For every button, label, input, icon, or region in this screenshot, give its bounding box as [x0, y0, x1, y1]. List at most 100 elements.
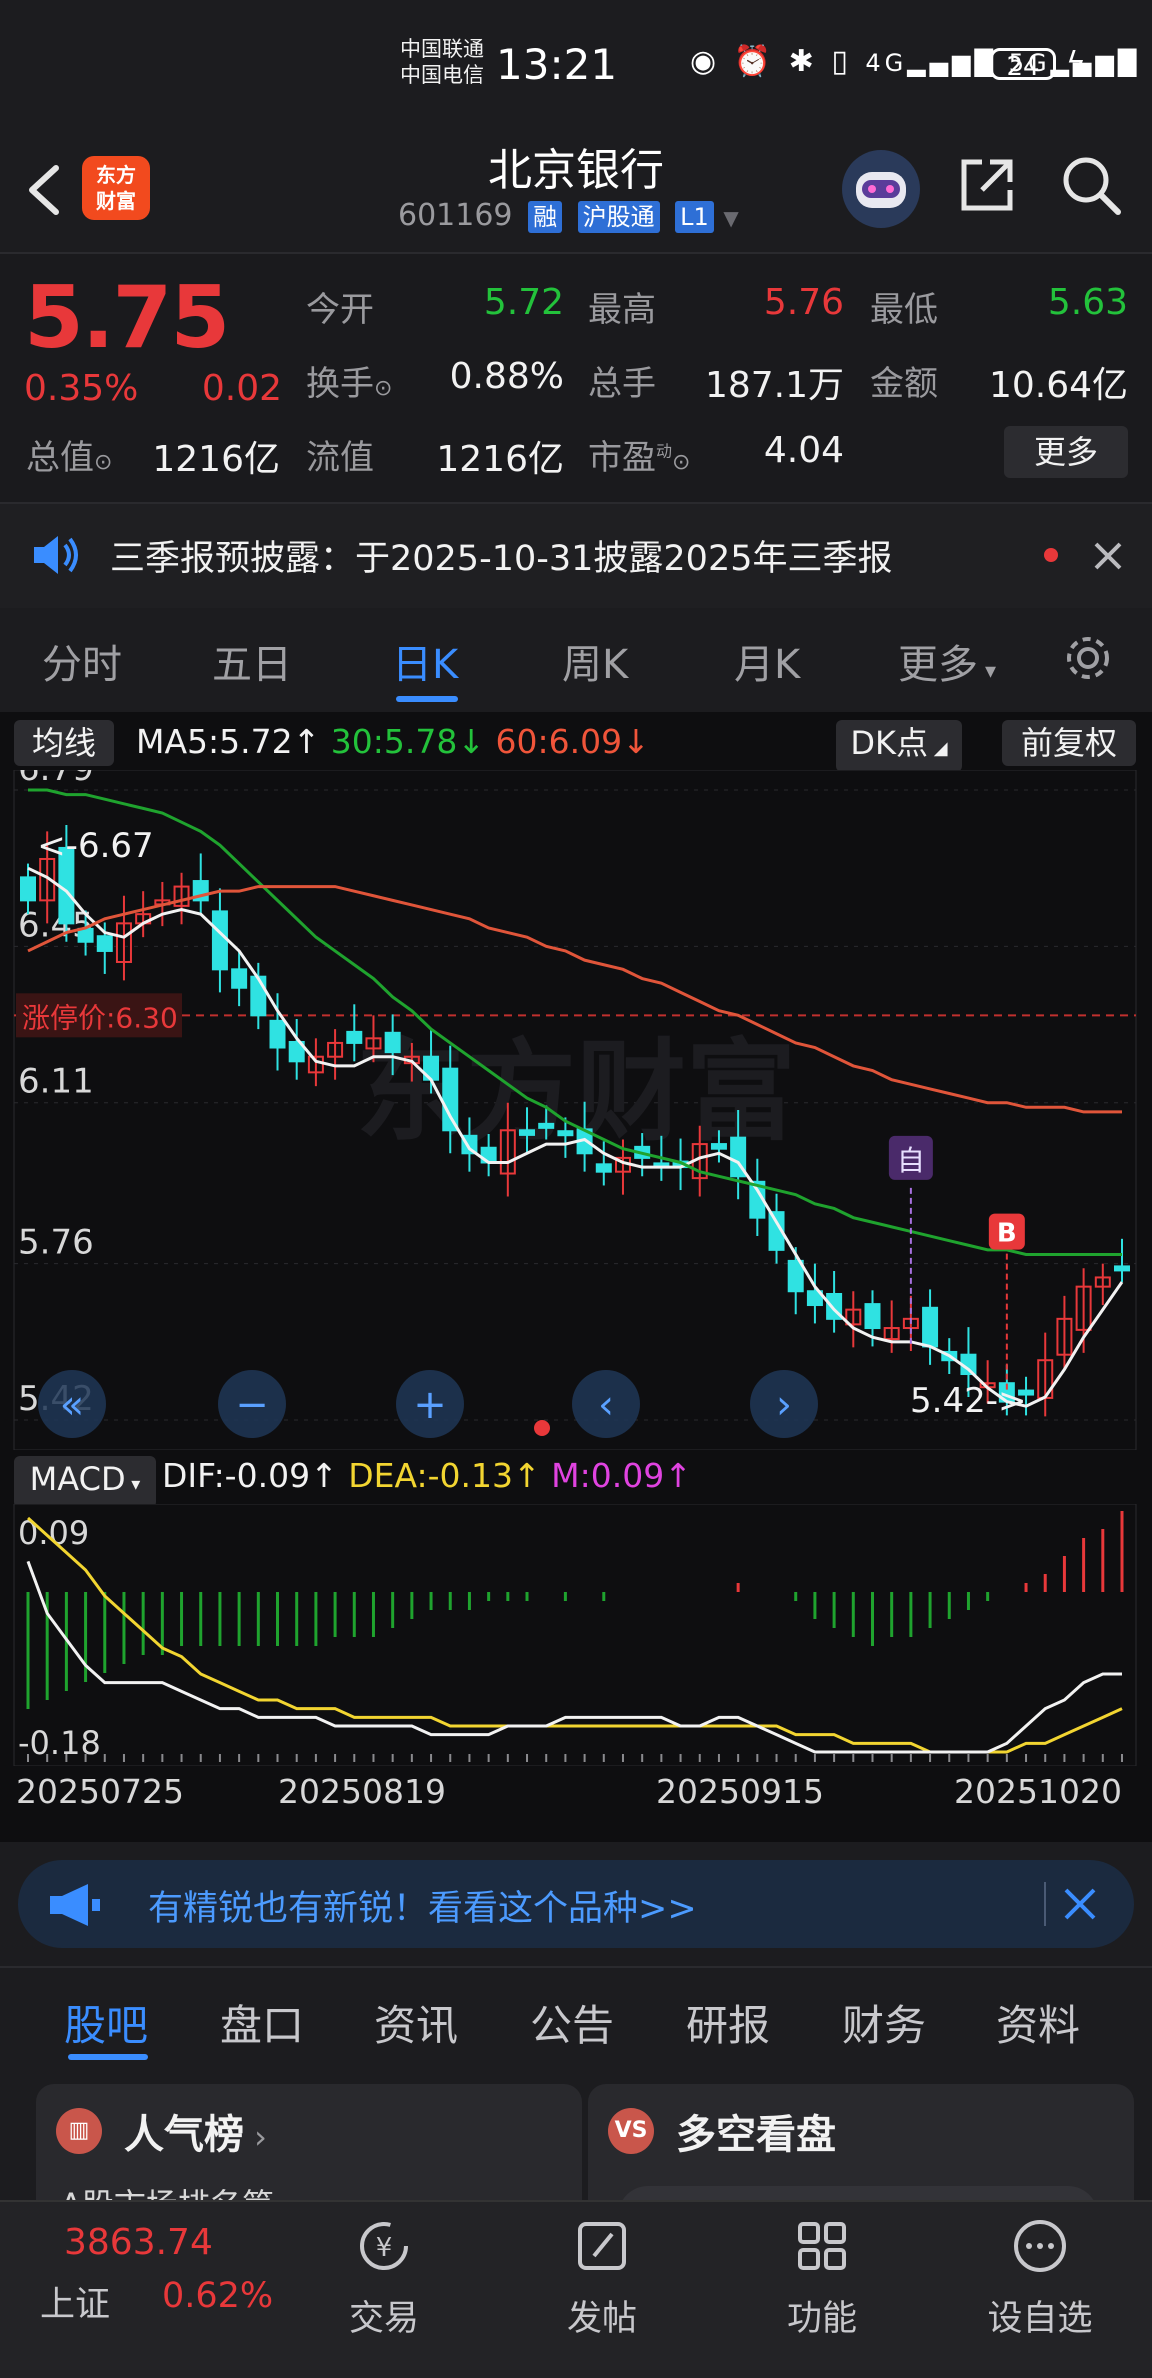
more-dots-icon — [1010, 2216, 1070, 2276]
label-turnover[interactable]: 换手⊙ — [306, 356, 392, 405]
zoom-out-icon: − — [235, 1382, 269, 1428]
scroll-right-button[interactable]: › — [750, 1370, 818, 1438]
megaphone-icon — [44, 1882, 102, 1928]
more-quote-button[interactable]: 更多 — [1004, 426, 1128, 478]
candle-body — [231, 968, 248, 989]
label-low: 最低 — [870, 290, 938, 330]
value-open: 5.72 — [483, 282, 564, 323]
tab-monthly-k[interactable]: 月K — [734, 632, 800, 690]
label-total-cap[interactable]: 总值⊙ — [26, 430, 112, 479]
tab-financials[interactable]: 财务 — [842, 1992, 926, 2053]
tab-more[interactable]: 更多 ▾ — [898, 632, 996, 690]
tab-profile[interactable]: 资料 — [996, 1992, 1080, 2053]
candle-body — [269, 1019, 286, 1049]
notice-close-button[interactable] — [1088, 536, 1128, 576]
nav-functions[interactable]: 功能 — [742, 2290, 902, 2341]
last-price: 5.75 — [24, 268, 230, 368]
notice-text: 三季报预披露：于2025-10-31披露2025年三季报 — [110, 539, 893, 579]
buy-marker: B — [997, 1219, 1017, 1249]
tag-level: L1 — [675, 201, 714, 233]
vs-icon: VS — [608, 2108, 654, 2154]
label-pe[interactable]: 市盈动⊙ — [588, 430, 690, 479]
stock-code-row[interactable]: 601169 融 沪股通 L1 ▼ — [398, 198, 739, 233]
value-turnover: 0.88% — [449, 356, 564, 397]
zoom-out-button[interactable]: − — [218, 1370, 286, 1438]
tab-announcements[interactable]: 公告 — [530, 1992, 614, 2053]
gear-icon — [1067, 637, 1109, 679]
nav-trade[interactable]: 交易 — [304, 2290, 464, 2341]
label-float-cap: 流值 — [306, 438, 374, 478]
watermark: 东方财富 — [356, 1028, 796, 1156]
scroll-left-fast-icon: « — [60, 1382, 84, 1428]
indicator-selector[interactable]: 均线 — [14, 720, 114, 766]
adjust-button[interactable]: 前复权 — [1002, 720, 1136, 766]
ma30-value: 30:5.78↓ — [330, 722, 486, 761]
app-logo[interactable]: 东方 财富 — [82, 156, 150, 220]
ma60-value: 60:6.09↓ — [495, 722, 650, 761]
tab-news[interactable]: 资讯 — [374, 1992, 458, 2053]
zoom-in-button[interactable]: + — [396, 1370, 464, 1438]
status-time: 13:21 — [496, 40, 618, 89]
label-high: 最高 — [588, 290, 656, 330]
price-chart[interactable]: 6.796.456.115.765.42东方财富涨停价:6.30<-6.675.… — [0, 770, 1152, 1450]
chart-settings-button[interactable] — [1062, 632, 1114, 684]
tab-research[interactable]: 研报 — [686, 1992, 770, 2053]
scroll-left-button[interactable]: ‹ — [572, 1370, 640, 1438]
candle-body — [1114, 1265, 1130, 1272]
nav-post[interactable]: 发帖 — [522, 2290, 682, 2341]
tab-forum[interactable]: 股吧 — [64, 1992, 148, 2053]
m-value: M:0.09↑ — [551, 1456, 692, 1495]
candle-body — [346, 1030, 363, 1044]
robot-assistant-button[interactable] — [842, 150, 920, 228]
tag-connect: 沪股通 — [577, 201, 660, 233]
scroll-left-icon: ‹ — [598, 1382, 614, 1428]
tab-intraday[interactable]: 分时 — [42, 632, 122, 690]
vibrate-icon: ▯ — [831, 44, 852, 79]
dropdown-icon: ◢ — [928, 738, 948, 759]
macd-selector[interactable]: MACD ▾ — [14, 1456, 156, 1508]
pe-sup: 动 — [656, 441, 673, 461]
change-amount: 0.02 — [201, 368, 282, 409]
label-open: 今开 — [306, 290, 374, 330]
dropdown-icon: ▾ — [978, 659, 997, 684]
grid-icon — [792, 2216, 852, 2276]
label-volume: 总手 — [588, 364, 656, 404]
search-button[interactable] — [1058, 152, 1124, 218]
label-amount: 金额 — [870, 364, 938, 404]
scroll-left-fast-button[interactable]: « — [38, 1370, 106, 1438]
value-high: 5.76 — [763, 282, 844, 323]
index-value[interactable]: 3863.74 — [64, 2222, 213, 2263]
tab-daily-k[interactable]: 日K — [392, 632, 458, 690]
candle-body — [211, 910, 228, 971]
index-name[interactable]: 上证 — [40, 2276, 110, 2327]
nav-add-watchlist[interactable]: 设自选 — [960, 2290, 1120, 2341]
candle-body — [538, 1122, 555, 1129]
page-indicator-dot — [534, 1420, 550, 1436]
chart-icon: ▥ — [56, 2108, 102, 2154]
share-icon — [961, 159, 1013, 211]
value-pe: 4.04 — [763, 430, 844, 471]
alarm-icon: ⏰ — [733, 44, 776, 79]
promo-close-button[interactable] — [1058, 1882, 1102, 1926]
value-volume: 187.1万 — [704, 365, 844, 406]
zoom-in-icon: + — [413, 1382, 447, 1428]
back-button[interactable] — [18, 150, 68, 230]
share-button[interactable] — [956, 154, 1018, 216]
tab-weekly-k[interactable]: 周K — [562, 632, 628, 690]
dk-point-button[interactable]: DK点 ◢ — [836, 720, 962, 772]
low-marker: 5.42-> — [910, 1381, 1026, 1421]
card-title: 多空看盘 — [676, 2112, 836, 2158]
macd-y-bottom: -0.18 — [18, 1724, 101, 1762]
robot-icon — [856, 172, 906, 208]
candle-body — [595, 1163, 612, 1173]
close-icon — [1094, 542, 1122, 570]
eye-icon: ◉ — [690, 44, 721, 79]
tab-order-book[interactable]: 盘口 — [220, 1992, 304, 2053]
logo-text-2: 财富 — [96, 189, 136, 213]
index-change[interactable]: 0.62% — [162, 2276, 273, 2316]
edit-icon — [572, 2216, 632, 2276]
chevron-right-icon: › — [244, 2118, 267, 2156]
macd-chart[interactable]: 0.09-0.18 — [0, 1504, 1152, 1766]
candle-body — [864, 1303, 881, 1330]
tab-five-day[interactable]: 五日 — [212, 632, 292, 690]
